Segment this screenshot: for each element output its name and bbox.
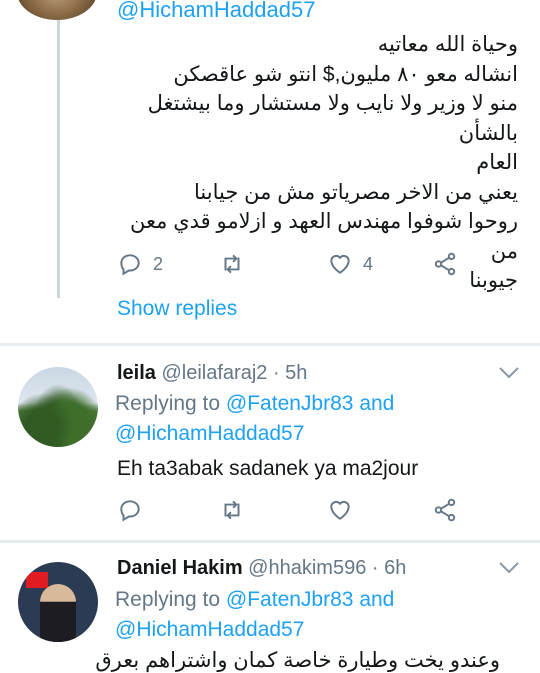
tweet-text-line: منو لا وزير ولا نايب ولا مستشار وما بيشت… xyxy=(147,92,518,145)
avatar[interactable] xyxy=(18,367,98,447)
tweet-text-line: انشاله معو ٨٠ مليون,$ انتو شو عاقصكن xyxy=(173,62,518,86)
avatar-person xyxy=(40,584,76,642)
tweet-header: Daniel Hakim @hhakim596 · 6h xyxy=(117,557,406,580)
like-count: 4 xyxy=(363,253,374,274)
like-button[interactable]: 4 xyxy=(327,251,373,277)
reply-count: 2 xyxy=(153,253,164,274)
replying-user-link[interactable]: @HichamHaddad57 xyxy=(115,618,304,641)
replying-handle-link[interactable]: @HichamHaddad57 xyxy=(117,0,315,23)
reply-button[interactable] xyxy=(117,497,143,523)
tweet-text-line: يعني من الاخر مصرياتو مش من جيابنا xyxy=(194,180,518,204)
replying-user-link[interactable]: @FatenJbr83 xyxy=(226,392,354,415)
handle-time: @hhakim596 · 6h xyxy=(248,557,407,579)
heart-icon xyxy=(330,254,350,274)
replying-to: Replying to @FatenJbr83 and @HichamHadda… xyxy=(115,389,394,449)
retweet-icon xyxy=(224,254,240,274)
tweet-text: وعندو يخت وطيارة خاصة كمان واشتراهم بعرق xyxy=(95,649,500,672)
tweet-text-line: العام xyxy=(476,151,518,174)
avatar[interactable] xyxy=(18,562,98,642)
tweet-text: Eh ta3abak sadanek ya ma2jour xyxy=(117,457,419,480)
share-button[interactable] xyxy=(432,251,458,277)
reply-button[interactable]: 2 xyxy=(117,251,163,277)
replying-user-link[interactable]: @FatenJbr83 xyxy=(226,588,354,611)
share-icon xyxy=(434,498,456,522)
tweet-text-line: وحياة الله معاتيه xyxy=(377,33,518,56)
display-name[interactable]: leila xyxy=(117,362,156,384)
replying-and: and xyxy=(359,392,395,415)
retweet-icon xyxy=(224,500,240,520)
heart-icon xyxy=(330,500,350,520)
chevron-down-icon[interactable] xyxy=(498,561,520,575)
avatar[interactable] xyxy=(17,0,97,20)
replying-to: Replying to @FatenJbr83 and @HichamHadda… xyxy=(115,585,394,645)
handle-time: @leilafaraj2 · 5h xyxy=(161,362,308,384)
tweet-actions xyxy=(117,497,477,527)
replying-user-link[interactable]: @HichamHaddad57 xyxy=(115,422,304,445)
replying-to-label: Replying to xyxy=(115,392,221,415)
tweet-actions: 2 4 xyxy=(117,251,477,281)
replying-and: and xyxy=(359,588,395,611)
chevron-down-icon[interactable] xyxy=(498,366,520,380)
retweet-button[interactable] xyxy=(219,497,245,523)
share-icon xyxy=(434,252,456,276)
display-name[interactable]: Daniel Hakim xyxy=(117,557,243,579)
replying-to-label: Replying to xyxy=(115,588,221,611)
reply-icon xyxy=(120,500,140,522)
tweet-header: leila @leilafaraj2 · 5h xyxy=(117,362,307,385)
thread-line xyxy=(57,20,60,298)
share-button[interactable] xyxy=(432,497,458,523)
avatar-badge xyxy=(26,572,48,588)
show-replies-link[interactable]: Show replies xyxy=(117,297,237,321)
reply-icon xyxy=(120,254,140,276)
like-button[interactable] xyxy=(327,497,353,523)
retweet-button[interactable] xyxy=(219,251,245,277)
divider xyxy=(0,343,540,346)
divider xyxy=(0,540,540,543)
